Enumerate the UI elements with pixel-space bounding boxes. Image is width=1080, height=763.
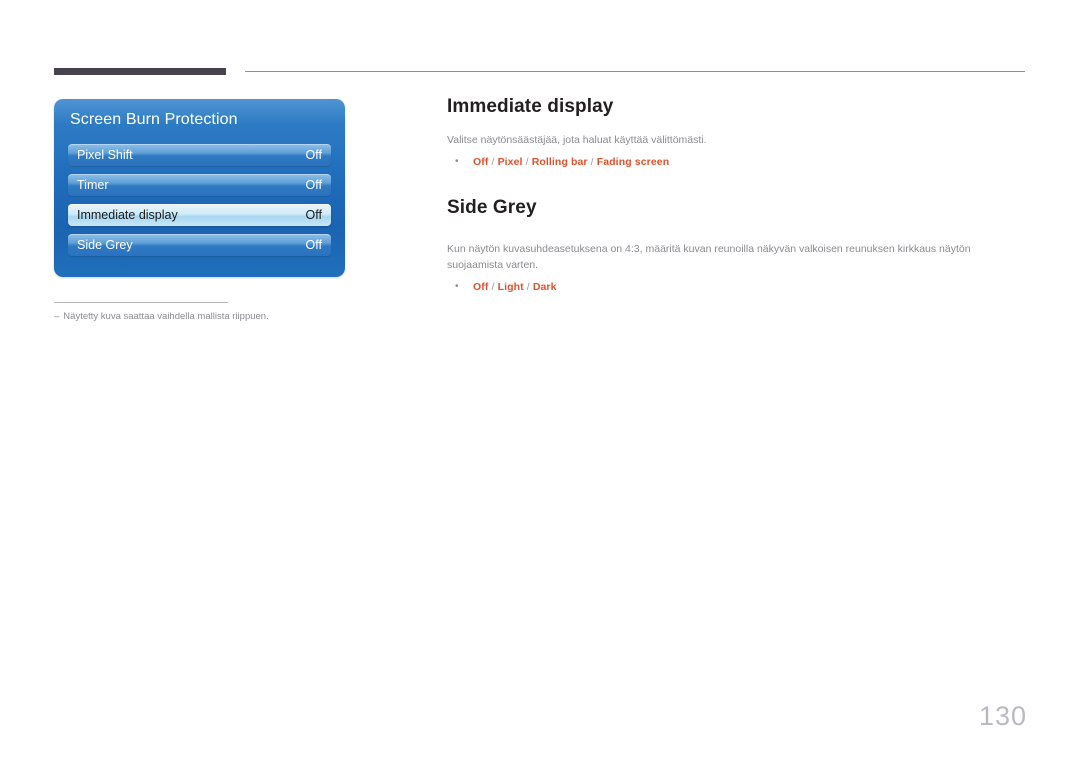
option-separator: / [491, 281, 495, 293]
osd-menu-title: Screen Burn Protection [70, 111, 238, 128]
option-separator: / [526, 281, 530, 293]
section-title: Immediate display [447, 96, 614, 117]
osd-menu-panel: Screen Burn Protection Pixel Shift Off T… [54, 99, 345, 277]
option-1: Light [497, 281, 524, 293]
option-1: Pixel [497, 156, 523, 168]
option-separator: / [525, 156, 529, 168]
osd-row-label: Side Grey [77, 238, 133, 252]
option-list: Off / Light / Dark [447, 279, 1027, 295]
option-3: Fading screen [596, 156, 670, 168]
option-0: Off [473, 156, 489, 168]
header-rule-thick [54, 68, 226, 75]
section-side-grey: Side Grey Kun näytön kuvasuhdeasetuksena… [447, 197, 1027, 295]
footnote-text: Näytetty kuva saattaa vaihdella mallista… [63, 311, 269, 322]
option-0: Off [473, 281, 489, 293]
option-separator: / [590, 156, 594, 168]
content-column: Immediate display Valitse näytönsäästäjä… [447, 96, 1027, 295]
osd-row-value: Off [305, 238, 322, 252]
osd-row-label: Immediate display [77, 208, 178, 222]
osd-row-value: Off [305, 208, 322, 222]
section-description: Valitse näytönsäästäjää, jota haluat käy… [447, 134, 707, 146]
option-2: Rolling bar [531, 156, 588, 168]
osd-row-side-grey[interactable]: Side Grey Off [68, 234, 331, 256]
osd-row-value: Off [305, 148, 322, 162]
osd-row-label: Timer [77, 178, 109, 192]
section-immediate-display: Immediate display Valitse näytönsäästäjä… [447, 96, 1027, 170]
option-values: Off / Light / Dark [447, 279, 1027, 295]
option-list: Off / Pixel / Rolling bar / Fading scree… [447, 154, 1027, 170]
footnote-divider [54, 302, 228, 303]
header-rule-thin [245, 71, 1025, 72]
section-title: Side Grey [447, 197, 537, 218]
osd-row-value: Off [305, 178, 322, 192]
manual-page: Screen Burn Protection Pixel Shift Off T… [0, 0, 1080, 763]
option-2: Dark [532, 281, 557, 293]
osd-row-pixel-shift[interactable]: Pixel Shift Off [68, 144, 331, 166]
osd-row-timer[interactable]: Timer Off [68, 174, 331, 196]
osd-row-immediate-display[interactable]: Immediate display Off [68, 204, 331, 226]
section-description: Kun näytön kuvasuhdeasetuksena on 4:3, m… [447, 243, 971, 271]
option-separator: / [491, 156, 495, 168]
osd-row-label: Pixel Shift [77, 148, 133, 162]
osd-menu-list: Pixel Shift Off Timer Off Immediate disp… [68, 144, 331, 256]
page-number: 130 [978, 701, 1027, 731]
footnote-dash: – [54, 311, 60, 322]
footnote: – Näytetty kuva saattaa vaihdella mallist… [54, 311, 354, 322]
option-values: Off / Pixel / Rolling bar / Fading scree… [447, 154, 1027, 170]
